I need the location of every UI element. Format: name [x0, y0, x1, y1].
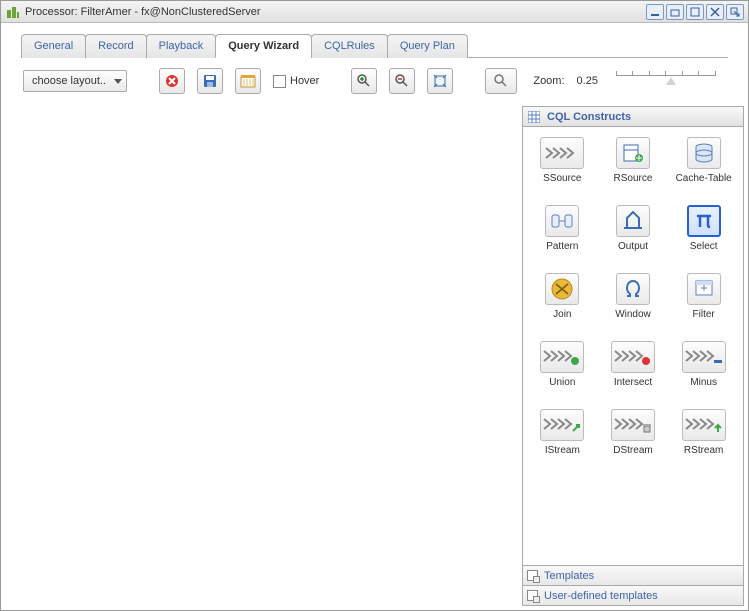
side-panel: CQL Constructs SSource RSource Cache-Tab…: [522, 106, 744, 606]
hover-checkbox[interactable]: [273, 75, 286, 88]
tab-query-wizard[interactable]: Query Wizard: [215, 34, 312, 58]
user-templates-pane[interactable]: User-defined templates: [523, 585, 743, 605]
construct-join[interactable]: Join: [527, 273, 598, 337]
window-title: Processor: FilterAmer - fx@NonClusteredS…: [25, 6, 261, 18]
omega-icon: [616, 273, 650, 305]
zoom-label: Zoom:: [533, 75, 564, 87]
app-window: Processor: FilterAmer - fx@NonClusteredS…: [0, 0, 749, 611]
grid-icon: [527, 110, 541, 124]
zoom-slider[interactable]: [616, 71, 716, 91]
tabbar: General Record Playback Query Wizard CQL…: [1, 23, 748, 58]
constructs-title: CQL Constructs: [547, 111, 631, 123]
toolbar: choose layout.. Hover Zoom:: [1, 58, 748, 102]
save-button[interactable]: [197, 68, 223, 94]
chevrons-trash-icon: [611, 409, 655, 441]
construct-istream[interactable]: IStream: [527, 409, 598, 473]
chevrons-icon: [540, 137, 584, 169]
maximize-button[interactable]: [686, 4, 704, 20]
tab-record[interactable]: Record: [85, 34, 146, 58]
pattern-icon: [545, 205, 579, 237]
canvas-area[interactable]: [11, 106, 518, 606]
hover-toggle[interactable]: Hover: [273, 75, 319, 88]
titlebar: Processor: FilterAmer - fx@NonClusteredS…: [1, 1, 748, 23]
slider-thumb[interactable]: [666, 77, 676, 85]
rsource-icon: [616, 137, 650, 169]
tab-query-plan[interactable]: Query Plan: [387, 34, 468, 58]
calendar-button[interactable]: [235, 68, 261, 94]
construct-union[interactable]: Union: [527, 341, 598, 405]
construct-rstream[interactable]: RStream: [668, 409, 739, 473]
search-button[interactable]: [485, 68, 517, 94]
templates-icon: [527, 570, 538, 581]
tabs: General Record Playback Query Wizard CQL…: [21, 33, 728, 58]
layout-select-value: choose layout..: [32, 75, 106, 87]
templates-pane[interactable]: Templates: [523, 565, 743, 585]
constructs-grid: SSource RSource Cache-Table Pattern Outp…: [523, 127, 743, 565]
minimize-button[interactable]: [646, 4, 664, 20]
construct-output[interactable]: Output: [598, 205, 669, 269]
construct-select[interactable]: Select: [668, 205, 739, 269]
construct-dstream[interactable]: DStream: [598, 409, 669, 473]
zoom-in-button[interactable]: [351, 68, 377, 94]
chevron-down-icon: [114, 79, 122, 84]
chevrons-minus-icon: [682, 341, 726, 373]
tab-playback[interactable]: Playback: [146, 34, 217, 58]
user-templates-label: User-defined templates: [544, 590, 658, 602]
delete-button[interactable]: [159, 68, 185, 94]
tab-cqlrules[interactable]: CQLRules: [311, 34, 388, 58]
construct-filter[interactable]: Filter: [668, 273, 739, 337]
join-icon: [545, 273, 579, 305]
layout-select[interactable]: choose layout..: [23, 70, 127, 92]
construct-minus[interactable]: Minus: [668, 341, 739, 405]
construct-window[interactable]: Window: [598, 273, 669, 337]
construct-cache-table[interactable]: Cache-Table: [668, 137, 739, 201]
filter-icon: [687, 273, 721, 305]
construct-rsource[interactable]: RSource: [598, 137, 669, 201]
detach-button[interactable]: [726, 4, 744, 20]
zoom-out-button[interactable]: [389, 68, 415, 94]
restore-down-button[interactable]: [666, 4, 684, 20]
window-buttons: [646, 4, 744, 20]
construct-pattern[interactable]: Pattern: [527, 205, 598, 269]
chevrons-up-icon: [682, 409, 726, 441]
chevrons-green-icon: [540, 341, 584, 373]
construct-ssource[interactable]: SSource: [527, 137, 598, 201]
fit-button[interactable]: [427, 68, 453, 94]
pi-icon: [687, 205, 721, 237]
close-button[interactable]: [706, 4, 724, 20]
chevrons-arrow-icon: [540, 409, 584, 441]
templates-icon: [527, 590, 538, 601]
app-icon: [5, 4, 21, 20]
db-icon: [687, 137, 721, 169]
hover-label: Hover: [290, 75, 319, 87]
zoom-value: 0.25: [577, 75, 598, 87]
chevrons-red-icon: [611, 341, 655, 373]
tab-general[interactable]: General: [21, 34, 86, 58]
construct-intersect[interactable]: Intersect: [598, 341, 669, 405]
constructs-header[interactable]: CQL Constructs: [523, 107, 743, 127]
output-icon: [616, 205, 650, 237]
body: CQL Constructs SSource RSource Cache-Tab…: [1, 102, 748, 610]
templates-label: Templates: [544, 570, 594, 582]
